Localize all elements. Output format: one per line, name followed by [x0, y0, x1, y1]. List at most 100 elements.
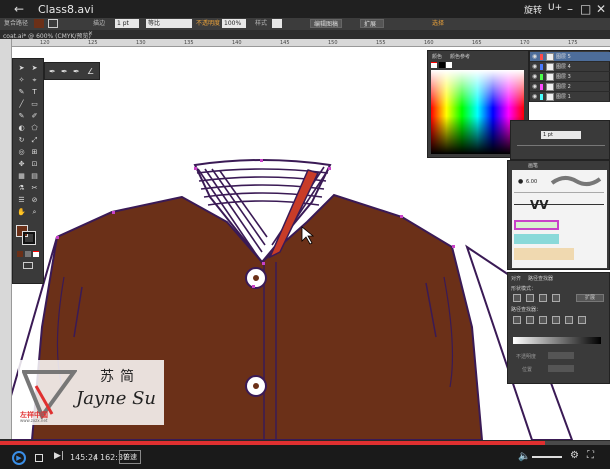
- stop-button[interactable]: [35, 454, 43, 462]
- gradient-tool-icon[interactable]: ▤: [30, 173, 39, 180]
- speed-button[interactable]: 倍速: [119, 450, 141, 464]
- none-swatch[interactable]: [431, 62, 437, 68]
- brush-row[interactable]: [514, 204, 604, 205]
- black-swatch[interactable]: [439, 62, 445, 68]
- outline-button[interactable]: [565, 316, 573, 324]
- layer-row[interactable]: ◉ 图层 4: [530, 62, 610, 72]
- minus-front-button[interactable]: [526, 294, 534, 302]
- visibility-eye-icon[interactable]: ◉: [532, 93, 537, 100]
- pen-tool-icon[interactable]: ✎: [17, 89, 26, 96]
- brushes-tab[interactable]: 画笔: [528, 162, 538, 169]
- free-transform-icon[interactable]: ⊞: [30, 149, 39, 156]
- eraser-icon[interactable]: ⬠: [30, 125, 39, 132]
- minus-back-button[interactable]: [578, 316, 586, 324]
- magic-wand-icon[interactable]: ✧: [17, 77, 26, 84]
- convert-anchor-icon[interactable]: ∠: [87, 67, 94, 76]
- merge-button[interactable]: [539, 316, 547, 324]
- shape-builder-icon[interactable]: ✥: [17, 161, 26, 168]
- expand-button[interactable]: 扩展: [360, 19, 384, 28]
- fullscreen-icon[interactable]: ⛶: [587, 450, 594, 461]
- symbol-sprayer-icon[interactable]: ☰: [17, 197, 26, 204]
- none-mode-icon[interactable]: [33, 251, 39, 257]
- mesh-tool-icon[interactable]: ▦: [17, 173, 26, 180]
- volume-icon[interactable]: 🔈: [518, 451, 530, 462]
- scale-tool-icon[interactable]: ⤢: [30, 137, 39, 144]
- rotate-tool-icon[interactable]: ↻: [17, 137, 26, 144]
- style-swatch[interactable]: [272, 19, 282, 28]
- pen-icon[interactable]: ✒: [49, 67, 56, 76]
- align-tab[interactable]: 对齐: [511, 275, 521, 282]
- type-tool-icon[interactable]: T: [30, 89, 39, 96]
- rotate-menu[interactable]: 旋转: [524, 3, 542, 16]
- fill-swatch[interactable]: [34, 19, 44, 28]
- rectangle-tool-icon[interactable]: ▭: [30, 101, 39, 108]
- lasso-icon[interactable]: ⌖: [30, 77, 39, 84]
- pencil-icon[interactable]: ✐: [30, 113, 39, 120]
- position-input[interactable]: [548, 365, 574, 372]
- uplus-menu[interactable]: U+: [548, 3, 562, 13]
- layer-row[interactable]: ◉ 图层 3: [530, 72, 610, 82]
- play-button[interactable]: ▶: [12, 451, 26, 465]
- layer-row[interactable]: ◉ 图层 1: [530, 92, 610, 102]
- intersect-button[interactable]: [539, 294, 547, 302]
- close-tab-icon[interactable]: ×: [88, 30, 93, 37]
- visibility-eye-icon[interactable]: ◉: [532, 73, 537, 80]
- opacity-label[interactable]: 不透明度: [196, 19, 220, 28]
- blob-brush-icon[interactable]: ◐: [17, 125, 26, 132]
- pattern-brush-floral[interactable]: [514, 248, 574, 260]
- settings-icon[interactable]: ⚙: [570, 450, 579, 461]
- color-mode-icon[interactable]: [17, 251, 23, 257]
- eyedropper-icon[interactable]: ⚗: [17, 185, 26, 192]
- screen-mode-icon[interactable]: [23, 262, 33, 269]
- brush-stroke-preview[interactable]: [550, 174, 602, 188]
- hand-tool-icon[interactable]: ✋: [17, 209, 26, 216]
- pathfinder-expand-button[interactable]: 扩展: [576, 294, 604, 302]
- maximize-icon[interactable]: □: [580, 2, 591, 16]
- gradient-mode-icon[interactable]: [25, 251, 31, 257]
- select-similar-button[interactable]: 选择: [432, 19, 444, 28]
- brush-profile-select[interactable]: 等比: [146, 19, 192, 28]
- crop-button[interactable]: [552, 316, 560, 324]
- line-tool-icon[interactable]: ╱: [17, 101, 26, 108]
- opacity-field[interactable]: 100%: [222, 19, 246, 28]
- pattern-brush-selected[interactable]: [514, 220, 559, 230]
- stroke-swatch[interactable]: [48, 19, 58, 28]
- volume-slider[interactable]: [532, 456, 562, 458]
- opacity-input[interactable]: [548, 352, 574, 359]
- selection-tool-icon[interactable]: ➤: [17, 65, 26, 72]
- visibility-eye-icon[interactable]: ◉: [532, 83, 537, 90]
- back-icon[interactable]: ←: [14, 2, 24, 16]
- warp-tool-icon[interactable]: ◎: [17, 149, 26, 156]
- paintbrush-icon[interactable]: ✎: [17, 113, 26, 120]
- direct-selection-tool-icon[interactable]: ➤: [30, 65, 39, 72]
- pattern-brush-teal[interactable]: [514, 234, 559, 244]
- edit-artwork-button[interactable]: 编辑图稿: [310, 19, 343, 28]
- delete-anchor-icon[interactable]: ✒: [73, 67, 80, 76]
- trim-button[interactable]: [526, 316, 534, 324]
- stroke-weight-field[interactable]: 1 pt: [115, 19, 139, 28]
- stroke-weight-input[interactable]: 1 pt: [541, 131, 581, 139]
- perspective-grid-icon[interactable]: ⊡: [30, 161, 39, 168]
- exclude-button[interactable]: [552, 294, 560, 302]
- layer-row[interactable]: ◉ 图层 5: [530, 52, 610, 62]
- scissors-icon[interactable]: ✂: [30, 185, 39, 192]
- visibility-eye-icon[interactable]: ◉: [532, 63, 537, 70]
- stroke-color-swatch[interactable]: [22, 231, 36, 245]
- divide-button[interactable]: [513, 316, 521, 324]
- column-graph-icon[interactable]: ⊘: [30, 197, 39, 204]
- visibility-eye-icon[interactable]: ◉: [532, 53, 537, 60]
- gradient-slider[interactable]: [513, 337, 601, 344]
- white-swatch[interactable]: [446, 62, 452, 68]
- zoom-tool-icon[interactable]: ⌕: [30, 209, 39, 216]
- next-button[interactable]: ▶|: [54, 451, 64, 461]
- scatter-brush-icon[interactable]: VV: [530, 198, 549, 212]
- unite-button[interactable]: [513, 294, 521, 302]
- color-guide-tab[interactable]: 颜色参考: [450, 53, 470, 60]
- close-icon[interactable]: ✕: [596, 2, 606, 16]
- color-tab[interactable]: 颜色: [432, 53, 442, 60]
- layer-row[interactable]: ◉ 图层 2: [530, 82, 610, 92]
- pathfinder-tab[interactable]: 路径查找器: [528, 275, 553, 282]
- add-anchor-icon[interactable]: ✒: [61, 67, 68, 76]
- layer-name: 图层 1: [556, 94, 571, 100]
- minimize-icon[interactable]: –: [567, 2, 573, 16]
